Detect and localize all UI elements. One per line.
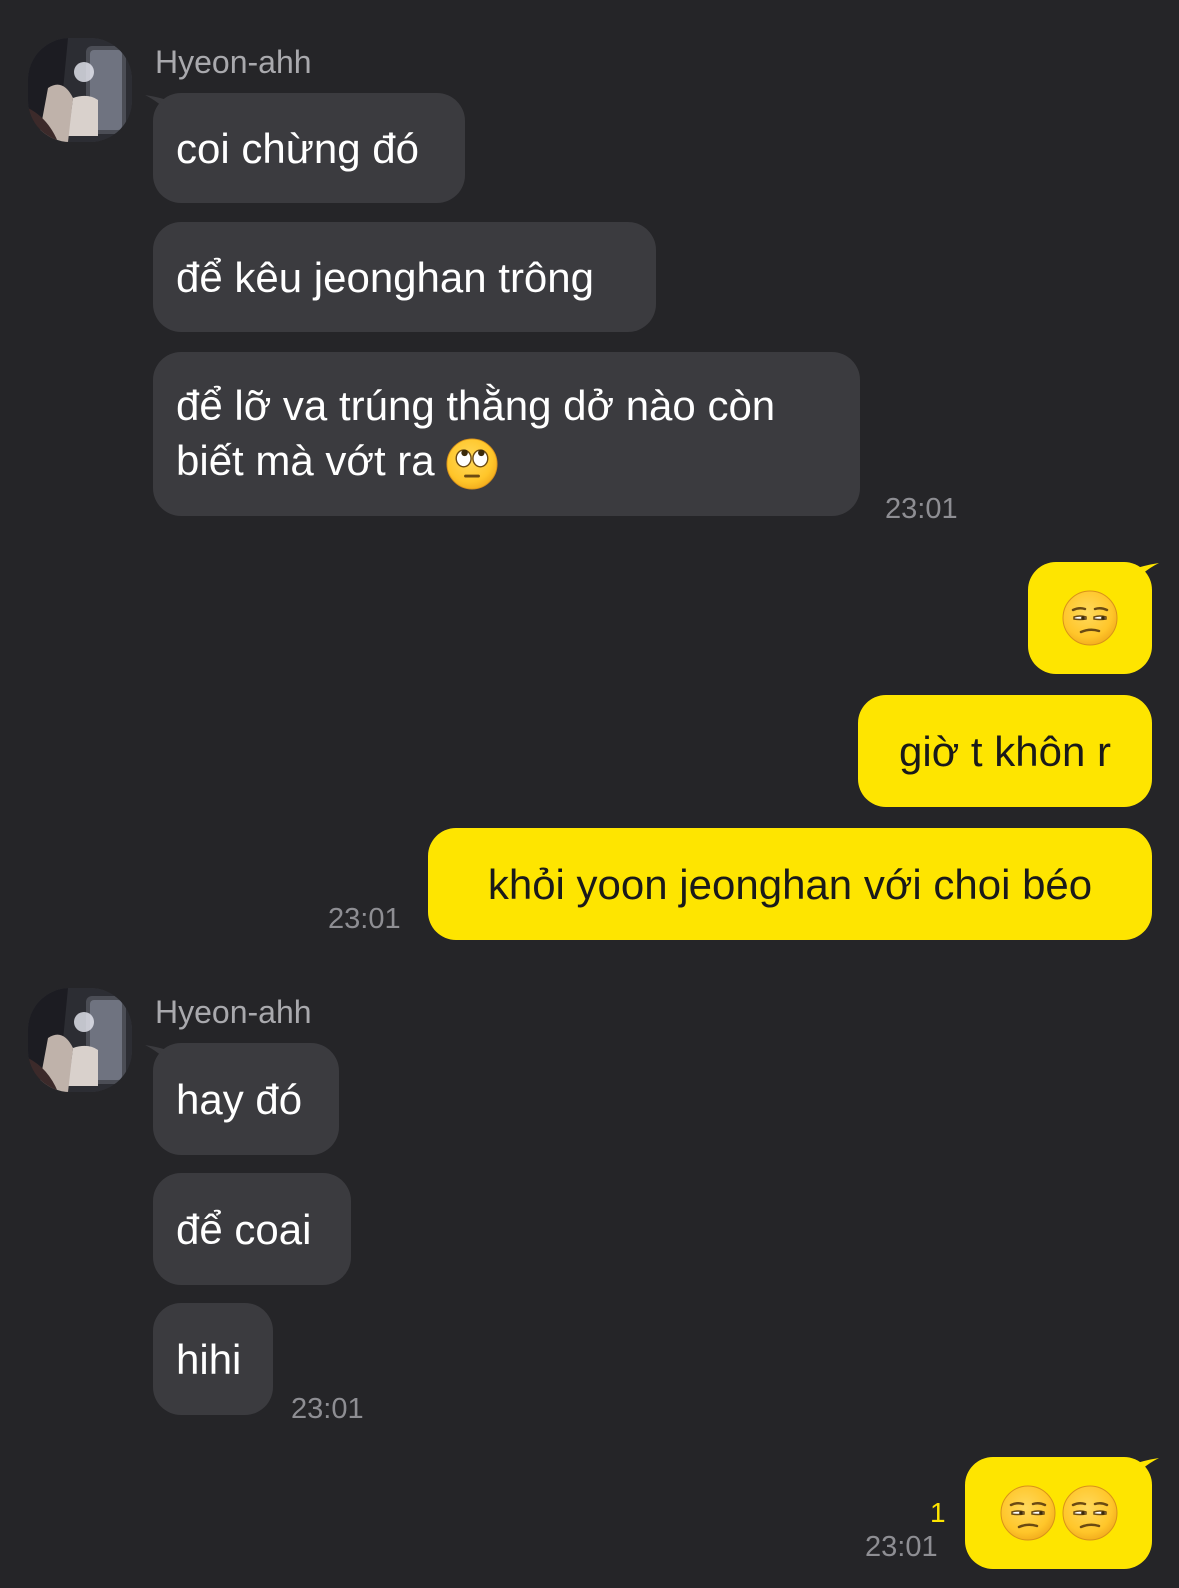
message-text: coi chừng đó: [176, 124, 419, 172]
contact-avatar[interactable]: [28, 38, 132, 142]
avatar-photo: [28, 38, 132, 142]
message-bubble[interactable]: để coai: [153, 1173, 351, 1285]
message-text: để kêu jeonghan trông: [176, 253, 595, 301]
sender-name: Hyeon-ahh: [155, 44, 312, 80]
message-bubble[interactable]: coi chừng đó: [153, 93, 465, 203]
chat-window[interactable]: Hyeon-ahh coi chừng đó để kêu jeonghan t…: [0, 0, 1179, 1588]
message-timestamp: 23:01: [291, 1393, 364, 1425]
message-bubble[interactable]: để lỡ va trúng thằng dở nào còn biết mà …: [153, 352, 860, 516]
avatar-photo: [28, 988, 132, 1092]
unread-count: 1: [930, 1497, 946, 1528]
message-text: khỏi yoon jeonghan với choi béo: [487, 860, 1093, 908]
message-text: để lỡ va trúng thằng dở nào còn biết mà …: [176, 378, 830, 490]
unamused-face-icon: [1062, 590, 1118, 646]
message-bubble[interactable]: hihi: [153, 1303, 273, 1415]
unamused-face-icon: [1061, 1485, 1118, 1541]
message-timestamp: 23:01: [328, 903, 401, 935]
message-timestamp: 23:01: [885, 493, 958, 525]
bubble-tail: [1127, 563, 1159, 591]
bubble-tail: [1127, 1458, 1159, 1486]
message-text: hihi: [176, 1335, 242, 1383]
message-text: để coai: [176, 1205, 312, 1253]
unamused-face-icon: [999, 1485, 1056, 1541]
message-bubble[interactable]: hay đó: [153, 1043, 339, 1155]
message-bubble[interactable]: khỏi yoon jeonghan với choi béo: [428, 828, 1152, 940]
message-bubble[interactable]: [965, 1457, 1152, 1569]
message-text: giờ t khôn r: [899, 727, 1111, 775]
message-text: hay đó: [176, 1075, 303, 1123]
message-timestamp: 23:01: [865, 1531, 938, 1563]
message-bubble[interactable]: để kêu jeonghan trông: [153, 222, 656, 332]
message-bubble[interactable]: giờ t khôn r: [858, 695, 1152, 807]
face-with-rolling-eyes-icon: [446, 437, 499, 490]
contact-avatar[interactable]: [28, 988, 132, 1092]
sender-name: Hyeon-ahh: [155, 994, 312, 1030]
